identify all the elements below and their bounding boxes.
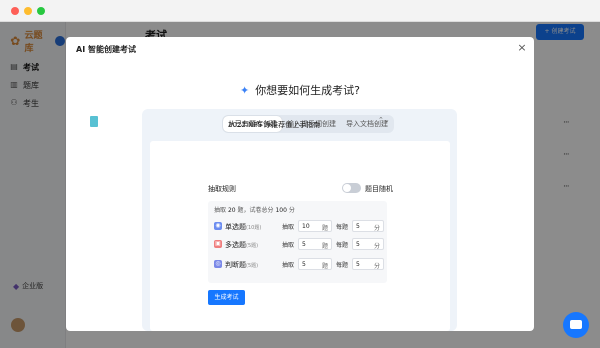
extract-label: 抽取 <box>282 224 295 231</box>
extract-label: 抽取 <box>282 242 295 249</box>
score-value: 5 <box>356 223 360 230</box>
sparkle-icon: ✦ <box>239 83 250 97</box>
question-text: 你想要如何生成考试? <box>255 84 361 97</box>
score-label: 每题 <box>336 262 349 269</box>
dialog-title: AI 智能创建考试 <box>76 45 136 54</box>
random-label: 题目随机 <box>365 185 393 193</box>
summary-mid: 题，试卷总分 <box>237 207 274 214</box>
score-input[interactable]: 5分 <box>352 220 384 232</box>
single-choice-icon: ◉ <box>214 222 222 230</box>
bank-select[interactable]: 2022 NPS 净推荐值上手指南 <box>228 120 320 130</box>
generate-exam-button[interactable]: 生成考试 <box>208 290 245 305</box>
question-type-row: ▣ 多选题(5题) 抽取 5题 每题 5分 <box>214 238 386 250</box>
score-label: 每题 <box>336 224 349 231</box>
type-label: 判断题 <box>225 261 246 269</box>
type-label: 单选题 <box>225 223 246 231</box>
type-label: 多选题 <box>225 241 246 249</box>
ai-create-exam-dialog: AI 智能创建考试 × ✦ 你想要如何生成考试? 从已有题库创建 输入提示词创建… <box>66 37 534 331</box>
summary-score: 100 <box>275 207 287 214</box>
score-input[interactable]: 5分 <box>352 238 384 250</box>
chat-support-button[interactable] <box>563 312 589 338</box>
multi-choice-icon: ▣ <box>214 240 222 248</box>
chat-icon <box>570 320 582 329</box>
extract-value: 10 <box>302 223 310 230</box>
minimize-window-button[interactable] <box>24 7 32 15</box>
extract-value: 5 <box>302 241 306 248</box>
score-unit: 分 <box>373 263 380 270</box>
summary-suffix: 分 <box>288 207 295 214</box>
type-count: (5题) <box>246 243 259 249</box>
question-bank-icon <box>90 116 98 127</box>
extract-value: 5 <box>302 261 306 268</box>
rule-summary: 抽取 20 题，试卷总分 100 分 <box>214 205 295 214</box>
maximize-window-button[interactable] <box>37 7 45 15</box>
type-count: (10题) <box>246 225 262 231</box>
question-type-name: 判断题(5题) <box>225 260 258 270</box>
question-type-row: ◉ 单选题(10题) 抽取 10 题 每题 5分 <box>214 220 386 232</box>
close-icon[interactable]: × <box>515 41 529 55</box>
extract-unit: 题 <box>321 225 328 232</box>
extract-count-input[interactable]: 5题 <box>298 238 332 250</box>
extract-unit: 题 <box>321 243 328 250</box>
extract-count-input[interactable]: 10 题 <box>298 220 332 232</box>
random-toggle[interactable] <box>342 183 361 193</box>
type-count: (5题) <box>246 263 259 269</box>
extract-label: 抽取 <box>282 262 295 269</box>
score-value: 5 <box>356 261 360 268</box>
summary-prefix: 抽取 <box>214 207 227 214</box>
question-type-name: 多选题(5题) <box>225 240 258 250</box>
chevron-updown-icon[interactable]: ⌃⌄ <box>378 116 390 124</box>
true-false-icon: ◎ <box>214 260 222 268</box>
extract-unit: 题 <box>321 263 328 270</box>
score-value: 5 <box>356 241 360 248</box>
score-input[interactable]: 5分 <box>352 258 384 270</box>
window-titlebar <box>0 0 600 22</box>
score-unit: 分 <box>373 243 380 250</box>
extract-count-input[interactable]: 5题 <box>298 258 332 270</box>
close-window-button[interactable] <box>11 7 19 15</box>
rule-label: 抽取规则 <box>208 185 236 193</box>
summary-count: 20 <box>227 207 236 214</box>
question-heading: ✦ 你想要如何生成考试? <box>66 82 534 98</box>
score-label: 每题 <box>336 242 349 249</box>
question-type-row: ◎ 判断题(5题) 抽取 5题 每题 5分 <box>214 258 386 270</box>
question-type-name: 单选题(10题) <box>225 222 261 232</box>
score-unit: 分 <box>373 225 380 232</box>
